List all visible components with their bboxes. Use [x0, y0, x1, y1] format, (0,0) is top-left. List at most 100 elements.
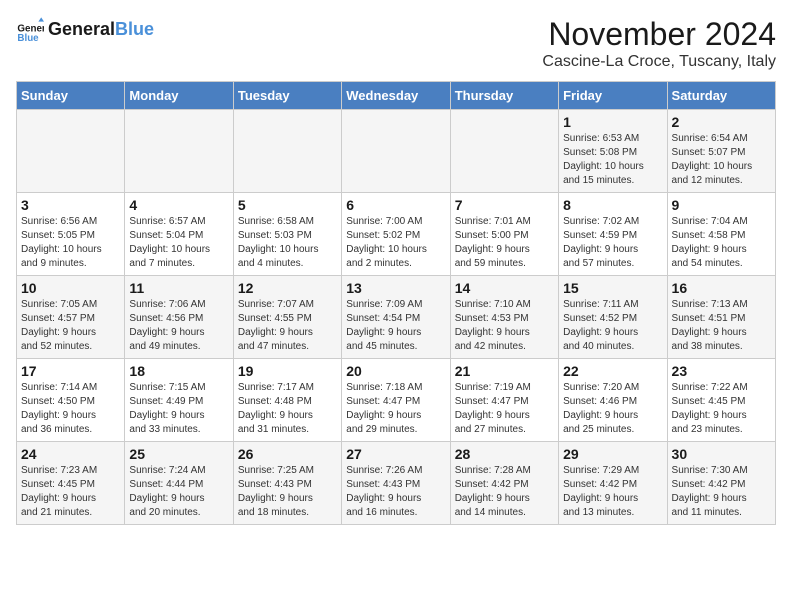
- header-tuesday: Tuesday: [233, 82, 341, 110]
- header-thursday: Thursday: [450, 82, 558, 110]
- day-number: 27: [346, 446, 445, 462]
- header-friday: Friday: [559, 82, 667, 110]
- day-info: Sunrise: 7:10 AM Sunset: 4:53 PM Dayligh…: [455, 298, 554, 354]
- day-info: Sunrise: 7:09 AM Sunset: 4:54 PM Dayligh…: [346, 298, 445, 354]
- day-number: 30: [672, 446, 771, 462]
- day-info: Sunrise: 6:54 AM Sunset: 5:07 PM Dayligh…: [672, 132, 771, 188]
- day-number: 25: [129, 446, 228, 462]
- calendar-cell-4-1: 25Sunrise: 7:24 AM Sunset: 4:44 PM Dayli…: [125, 442, 233, 525]
- logo-icon: General Blue: [16, 16, 44, 44]
- calendar-cell-0-5: 1 Sunrise: 6:53 AM Sunset: 5:08 PM Daylig…: [559, 110, 667, 193]
- calendar-cell-2-0: 10Sunrise: 7:05 AM Sunset: 4:57 PM Dayli…: [17, 276, 125, 359]
- day-number: 16: [672, 280, 771, 296]
- calendar-cell-3-4: 21Sunrise: 7:19 AM Sunset: 4:47 PM Dayli…: [450, 359, 558, 442]
- day-info: Sunrise: 6:56 AM Sunset: 5:05 PM Dayligh…: [21, 215, 120, 271]
- calendar-table: Sunday Monday Tuesday Wednesday Thursday…: [16, 81, 776, 525]
- header-monday: Monday: [125, 82, 233, 110]
- calendar-cell-3-5: 22 Sunrise: 7:20 AM Sunset: 4:46 PM Dayli…: [559, 359, 667, 442]
- calendar-cell-1-4: 7 Sunrise: 7:01 AM Sunset: 5:00 PM Daylig…: [450, 193, 558, 276]
- day-number: 8: [563, 197, 662, 213]
- calendar-cell-1-3: 6 Sunrise: 7:00 AM Sunset: 5:02 PM Daylig…: [342, 193, 450, 276]
- day-number: 19: [238, 363, 337, 379]
- calendar-cell-2-3: 13 Sunrise: 7:09 AM Sunset: 4:54 PM Dayli…: [342, 276, 450, 359]
- calendar-cell-1-5: 8 Sunrise: 7:02 AM Sunset: 4:59 PM Daylig…: [559, 193, 667, 276]
- svg-text:Blue: Blue: [17, 33, 39, 44]
- day-info: Sunrise: 7:30 AM Sunset: 4:42 PM Dayligh…: [672, 464, 771, 520]
- day-number: 4: [129, 197, 228, 213]
- calendar-cell-4-2: 26 Sunrise: 7:25 AM Sunset: 4:43 PM Dayli…: [233, 442, 341, 525]
- day-info: Sunrise: 7:17 AM Sunset: 4:48 PM Dayligh…: [238, 381, 337, 437]
- day-number: 12: [238, 280, 337, 296]
- logo-name: GeneralBlue: [48, 20, 154, 40]
- calendar-cell-2-5: 15Sunrise: 7:11 AM Sunset: 4:52 PM Dayli…: [559, 276, 667, 359]
- day-number: 20: [346, 363, 445, 379]
- day-info: Sunrise: 7:07 AM Sunset: 4:55 PM Dayligh…: [238, 298, 337, 354]
- weekday-header-row: Sunday Monday Tuesday Wednesday Thursday…: [17, 82, 776, 110]
- calendar-cell-1-0: 3Sunrise: 6:56 AM Sunset: 5:05 PM Daylig…: [17, 193, 125, 276]
- day-number: 26: [238, 446, 337, 462]
- day-info: Sunrise: 7:22 AM Sunset: 4:45 PM Dayligh…: [672, 381, 771, 437]
- calendar-cell-4-4: 28Sunrise: 7:28 AM Sunset: 4:42 PM Dayli…: [450, 442, 558, 525]
- day-info: Sunrise: 7:11 AM Sunset: 4:52 PM Dayligh…: [563, 298, 662, 354]
- day-info: Sunrise: 7:14 AM Sunset: 4:50 PM Dayligh…: [21, 381, 120, 437]
- day-number: 13: [346, 280, 445, 296]
- week-row-5: 24 Sunrise: 7:23 AM Sunset: 4:45 PM Dayli…: [17, 442, 776, 525]
- app-logo: General Blue GeneralBlue: [16, 16, 154, 44]
- day-number: 23: [672, 363, 771, 379]
- day-info: Sunrise: 7:04 AM Sunset: 4:58 PM Dayligh…: [672, 215, 771, 271]
- day-info: Sunrise: 7:18 AM Sunset: 4:47 PM Dayligh…: [346, 381, 445, 437]
- calendar-cell-3-0: 17 Sunrise: 7:14 AM Sunset: 4:50 PM Dayli…: [17, 359, 125, 442]
- day-info: Sunrise: 7:06 AM Sunset: 4:56 PM Dayligh…: [129, 298, 228, 354]
- calendar-cell-1-6: 9 Sunrise: 7:04 AM Sunset: 4:58 PM Daylig…: [667, 193, 775, 276]
- day-number: 9: [672, 197, 771, 213]
- calendar-cell-0-3: [342, 110, 450, 193]
- day-number: 6: [346, 197, 445, 213]
- calendar-cell-0-6: 2 Sunrise: 6:54 AM Sunset: 5:07 PM Daylig…: [667, 110, 775, 193]
- calendar-cell-4-5: 29 Sunrise: 7:29 AM Sunset: 4:42 PM Dayli…: [559, 442, 667, 525]
- day-number: 2: [672, 114, 771, 130]
- calendar-cell-4-3: 27 Sunrise: 7:26 AM Sunset: 4:43 PM Dayli…: [342, 442, 450, 525]
- day-number: 5: [238, 197, 337, 213]
- day-info: Sunrise: 7:20 AM Sunset: 4:46 PM Dayligh…: [563, 381, 662, 437]
- day-info: Sunrise: 7:01 AM Sunset: 5:00 PM Dayligh…: [455, 215, 554, 271]
- day-number: 28: [455, 446, 554, 462]
- header-sunday: Sunday: [17, 82, 125, 110]
- day-number: 14: [455, 280, 554, 296]
- calendar-cell-3-3: 20 Sunrise: 7:18 AM Sunset: 4:47 PM Dayli…: [342, 359, 450, 442]
- calendar-cell-2-4: 14 Sunrise: 7:10 AM Sunset: 4:53 PM Dayli…: [450, 276, 558, 359]
- day-info: Sunrise: 7:29 AM Sunset: 4:42 PM Dayligh…: [563, 464, 662, 520]
- week-row-3: 10Sunrise: 7:05 AM Sunset: 4:57 PM Dayli…: [17, 276, 776, 359]
- week-row-1: 1 Sunrise: 6:53 AM Sunset: 5:08 PM Daylig…: [17, 110, 776, 193]
- calendar-cell-2-2: 12 Sunrise: 7:07 AM Sunset: 4:55 PM Dayli…: [233, 276, 341, 359]
- day-number: 11: [129, 280, 228, 296]
- calendar-cell-1-2: 5Sunrise: 6:58 AM Sunset: 5:03 PM Daylig…: [233, 193, 341, 276]
- day-info: Sunrise: 7:02 AM Sunset: 4:59 PM Dayligh…: [563, 215, 662, 271]
- calendar-cell-4-0: 24 Sunrise: 7:23 AM Sunset: 4:45 PM Dayli…: [17, 442, 125, 525]
- calendar-location: Cascine-La Croce, Tuscany, Italy: [542, 53, 776, 71]
- day-number: 7: [455, 197, 554, 213]
- day-number: 17: [21, 363, 120, 379]
- day-number: 29: [563, 446, 662, 462]
- calendar-cell-1-1: 4Sunrise: 6:57 AM Sunset: 5:04 PM Daylig…: [125, 193, 233, 276]
- week-row-4: 17 Sunrise: 7:14 AM Sunset: 4:50 PM Dayli…: [17, 359, 776, 442]
- day-info: Sunrise: 7:13 AM Sunset: 4:51 PM Dayligh…: [672, 298, 771, 354]
- calendar-cell-3-6: 23 Sunrise: 7:22 AM Sunset: 4:45 PM Dayli…: [667, 359, 775, 442]
- day-number: 22: [563, 363, 662, 379]
- day-info: Sunrise: 7:26 AM Sunset: 4:43 PM Dayligh…: [346, 464, 445, 520]
- calendar-cell-3-2: 19 Sunrise: 7:17 AM Sunset: 4:48 PM Dayli…: [233, 359, 341, 442]
- header-saturday: Saturday: [667, 82, 775, 110]
- calendar-cell-0-0: [17, 110, 125, 193]
- week-row-2: 3Sunrise: 6:56 AM Sunset: 5:05 PM Daylig…: [17, 193, 776, 276]
- calendar-cell-4-6: 30 Sunrise: 7:30 AM Sunset: 4:42 PM Dayli…: [667, 442, 775, 525]
- day-number: 24: [21, 446, 120, 462]
- day-number: 21: [455, 363, 554, 379]
- day-info: Sunrise: 6:53 AM Sunset: 5:08 PM Dayligh…: [563, 132, 662, 188]
- day-info: Sunrise: 7:15 AM Sunset: 4:49 PM Dayligh…: [129, 381, 228, 437]
- calendar-month-title: November 2024: [542, 16, 776, 53]
- calendar-cell-2-6: 16 Sunrise: 7:13 AM Sunset: 4:51 PM Dayli…: [667, 276, 775, 359]
- day-info: Sunrise: 7:25 AM Sunset: 4:43 PM Dayligh…: [238, 464, 337, 520]
- day-info: Sunrise: 7:23 AM Sunset: 4:45 PM Dayligh…: [21, 464, 120, 520]
- day-number: 1: [563, 114, 662, 130]
- day-info: Sunrise: 7:05 AM Sunset: 4:57 PM Dayligh…: [21, 298, 120, 354]
- day-info: Sunrise: 7:00 AM Sunset: 5:02 PM Dayligh…: [346, 215, 445, 271]
